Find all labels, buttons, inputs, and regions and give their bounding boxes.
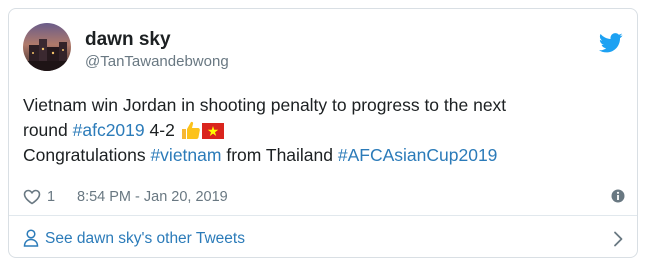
tweet-meta: 1 8:54 PM - Jan 20, 2019 — [23, 187, 625, 209]
tweet-line-1: Vietnam win Jordan in shooting penalty t… — [23, 93, 623, 118]
tweet-text-segment: Vietnam win Jordan in shooting penalty t… — [23, 95, 507, 115]
thumbs-up-emoji — [181, 121, 200, 139]
hashtag-afcasiancup2019-link[interactable]: #AFCAsianCup2019 — [338, 145, 498, 165]
divider — [9, 215, 637, 216]
hashtag-vietnam-link[interactable]: #vietnam — [150, 145, 221, 165]
tweet-score: 4-2 — [144, 120, 180, 140]
avatar-image — [23, 23, 71, 71]
person-icon — [23, 229, 39, 247]
author-handle[interactable]: @TanTawandebwong — [85, 53, 229, 70]
tweet-line-3: Congratulations #vietnam from Thailand #… — [23, 143, 623, 168]
author-avatar[interactable] — [23, 23, 71, 71]
author-name[interactable]: dawn sky — [85, 29, 171, 51]
tweet-text-segment: from Thailand — [221, 145, 338, 165]
chevron-right-icon[interactable] — [613, 231, 623, 247]
like-count[interactable]: 1 — [47, 189, 55, 205]
see-other-tweets-label[interactable]: See dawn sky's other Tweets — [45, 230, 245, 248]
twitter-bird-icon[interactable] — [599, 33, 623, 53]
tweet-text-segment: round — [23, 120, 73, 140]
heart-icon[interactable] — [23, 189, 41, 205]
see-other-tweets-link[interactable]: See dawn sky's other Tweets — [23, 228, 625, 250]
info-icon[interactable] — [611, 189, 625, 203]
hashtag-afc2019-link[interactable]: #afc2019 — [73, 120, 145, 140]
tweet-header: dawn sky @TanTawandebwong — [23, 23, 625, 79]
tweet-card: dawn sky @TanTawandebwong Vietnam win Jo… — [8, 8, 638, 258]
tweet-line-2: round #afc2019 4-2 — [23, 118, 623, 143]
vietnam-flag-emoji — [201, 123, 224, 139]
tweet-text-segment: Congratulations — [23, 145, 151, 165]
tweet-text: Vietnam win Jordan in shooting penalty t… — [23, 93, 623, 168]
tweet-timestamp[interactable]: 8:54 PM - Jan 20, 2019 — [77, 189, 228, 205]
